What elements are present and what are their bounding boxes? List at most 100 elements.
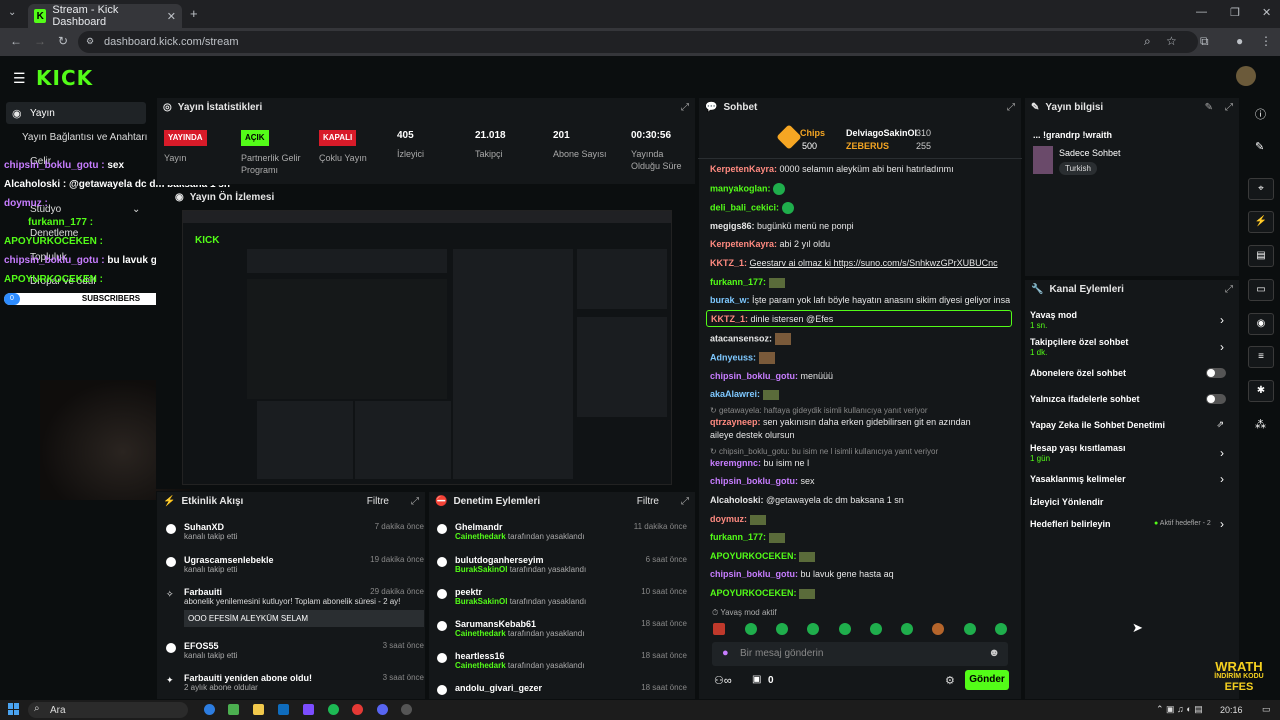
pencil-icon[interactable]: ✎: [1255, 140, 1264, 153]
moderation-filter-button[interactable]: Filtre: [637, 496, 659, 507]
chat-input[interactable]: ● Bir mesaj gönderin ☻: [712, 642, 1008, 666]
emote-icon[interactable]: [932, 623, 944, 635]
emote-icon[interactable]: [839, 623, 851, 635]
menu-dots-icon[interactable]: ⋮: [1260, 34, 1272, 48]
zoom-icon[interactable]: ⌕: [1144, 34, 1151, 49]
chat-icon: 💬: [705, 102, 718, 113]
action-followers-only[interactable]: Takipçilere özel sohbet 1 dk. ›: [1030, 337, 1234, 359]
send-button[interactable]: Gönder: [965, 670, 1009, 690]
lightning-icon[interactable]: ⚡: [1248, 211, 1274, 233]
sidebar-item-yayin[interactable]: ◉ Yayın: [6, 102, 146, 124]
preview-video[interactable]: KICK: [182, 210, 672, 485]
mail-icon[interactable]: [278, 704, 289, 715]
heart-icon: [166, 524, 176, 534]
document-icon[interactable]: ▤: [1248, 245, 1274, 267]
profile-icon[interactable]: ●: [1236, 34, 1243, 48]
pencil-icon: ✎: [1031, 102, 1040, 113]
expand-icon[interactable]: ⤢: [1225, 102, 1233, 113]
wrench-icon[interactable]: ✱: [1248, 380, 1274, 402]
stat-multistream: KAPALI Çoklu Yayın: [319, 130, 367, 164]
taskbar-search[interactable]: ⌕ Ara: [28, 702, 188, 718]
edge-icon[interactable]: [204, 704, 215, 715]
leaderboard-top1[interactable]: DelviagoSakinOl: [846, 128, 917, 138]
emote-icon[interactable]: [745, 623, 757, 635]
extensions-icon[interactable]: ⧉: [1200, 34, 1209, 49]
leaderboard-top2[interactable]: ZEBERUS: [846, 141, 889, 151]
new-tab-icon[interactable]: +: [190, 6, 198, 21]
emote-icon[interactable]: [995, 623, 1007, 635]
expand-icon[interactable]: ⤢: [681, 102, 689, 113]
windows-start-icon[interactable]: [8, 703, 20, 715]
emote-icon[interactable]: [776, 623, 788, 635]
action-slow-mode[interactable]: Yavaş mod 1 sn. ›: [1030, 310, 1234, 332]
activity-filter-button[interactable]: Filtre: [367, 496, 389, 507]
mic-icon[interactable]: ●: [722, 647, 729, 659]
broadcast-icon[interactable]: ◉: [1248, 313, 1274, 335]
url-field[interactable]: dashboard.kick.com/stream: [78, 31, 1198, 53]
tray-icons[interactable]: ⌃ ▣ ♫ ◐ ▤: [1156, 704, 1203, 715]
forward-icon[interactable]: →: [34, 34, 46, 48]
panel-title: Etkinlik Akışı: [181, 496, 244, 507]
back-icon[interactable]: ←: [10, 34, 22, 48]
maximize-icon[interactable]: ❐: [1230, 6, 1240, 19]
user-avatar[interactable]: [1236, 66, 1256, 86]
emoji-picker-icon[interactable]: ☻: [988, 647, 1000, 659]
tab-list-icon[interactable]: ⌄: [8, 7, 16, 18]
chat-settings-gear-icon[interactable]: ⚙: [945, 674, 955, 687]
emote-icon: [774, 333, 791, 345]
expand-icon[interactable]: ⤢: [1007, 102, 1015, 113]
stat-uptime: 00:30:56 Yayında Olduğu Süre: [631, 130, 682, 171]
expand-icon[interactable]: ⤢: [411, 496, 419, 507]
add-widget-icon[interactable]: ⁂: [1255, 418, 1266, 431]
action-subs-only[interactable]: Abonelere özel sohbet: [1030, 368, 1234, 382]
stack-icon[interactable]: ≡: [1248, 346, 1274, 368]
emote-icon: [762, 389, 779, 400]
app-icon[interactable]: [228, 704, 239, 715]
chevron-right-icon: ›: [1220, 340, 1224, 354]
chrome-icon[interactable]: [352, 704, 363, 715]
sidebar-item-label: Yayın: [30, 108, 55, 119]
notification-icon[interactable]: ▭: [1262, 704, 1271, 715]
minimize-icon[interactable]: —: [1196, 6, 1207, 18]
close-tab-icon[interactable]: ✕: [167, 10, 176, 23]
folder-icon[interactable]: [253, 704, 264, 715]
close-window-icon[interactable]: ✕: [1262, 6, 1271, 19]
edit-icon[interactable]: ✎: [1205, 102, 1213, 113]
emotes-only-toggle[interactable]: [1206, 394, 1226, 404]
reload-icon[interactable]: ↻: [58, 34, 68, 48]
action-account-age[interactable]: Hesap yaşı kısıtlaması 1 gün ›: [1030, 443, 1234, 465]
crosshair-icon[interactable]: ⌖: [1248, 178, 1274, 200]
action-raid[interactable]: İzleyici Yönlendir: [1030, 497, 1234, 511]
activity-item: EFOS55 kanalı takip etti 3 saat önce: [166, 641, 424, 660]
sidebar-item-stream-key[interactable]: Yayın Bağlantısı ve Anahtarı: [22, 132, 147, 143]
kick-logo[interactable]: KICK: [36, 66, 93, 90]
expand-icon[interactable]: ⤢: [1225, 284, 1233, 295]
bookmark-star-icon[interactable]: ☆: [1166, 34, 1177, 48]
browser-tab[interactable]: K Stream - Kick Dashboard ✕: [28, 4, 182, 28]
chat-users-icon[interactable]: ⚇∞: [714, 674, 732, 687]
action-banned-words[interactable]: Yasaklanmış kelimeler ›: [1030, 472, 1234, 488]
emote-icon[interactable]: [713, 623, 725, 635]
ban-icon: [437, 589, 447, 599]
emote-icon[interactable]: [870, 623, 882, 635]
category-name[interactable]: Sadece Sohbet: [1059, 148, 1121, 158]
emote-icon[interactable]: [901, 623, 913, 635]
emote-icon[interactable]: [807, 623, 819, 635]
expand-icon[interactable]: ⤢: [681, 496, 689, 507]
info-icon[interactable]: ⓘ: [1255, 106, 1266, 122]
discord-icon[interactable]: [377, 704, 388, 715]
activity-item: ✧ Farbauiti abonelik yenilemesini kutluyor…: [166, 587, 424, 627]
site-info-icon[interactable]: ⚙: [86, 36, 94, 47]
emote-icon[interactable]: [964, 623, 976, 635]
chat-message: Adnyeuss:: [710, 352, 1010, 364]
chat-bubble-icon[interactable]: ▭: [1248, 279, 1274, 301]
subs-only-toggle[interactable]: [1206, 368, 1226, 378]
clock[interactable]: 20:16: [1220, 705, 1243, 715]
action-emotes-only[interactable]: Yalnızca ifadelerle sohbet: [1030, 394, 1234, 408]
spotify-icon[interactable]: [328, 704, 339, 715]
hamburger-menu-icon[interactable]: ☰: [13, 70, 26, 87]
action-ai-moderation[interactable]: Yapay Zeka ile Sohbet Denetimi ⇗: [1030, 419, 1234, 434]
app-icon[interactable]: [303, 704, 314, 715]
action-goals[interactable]: Hedefleri belirleyin ● Aktif hedefler - 2…: [1030, 517, 1234, 533]
obs-icon[interactable]: [401, 704, 412, 715]
